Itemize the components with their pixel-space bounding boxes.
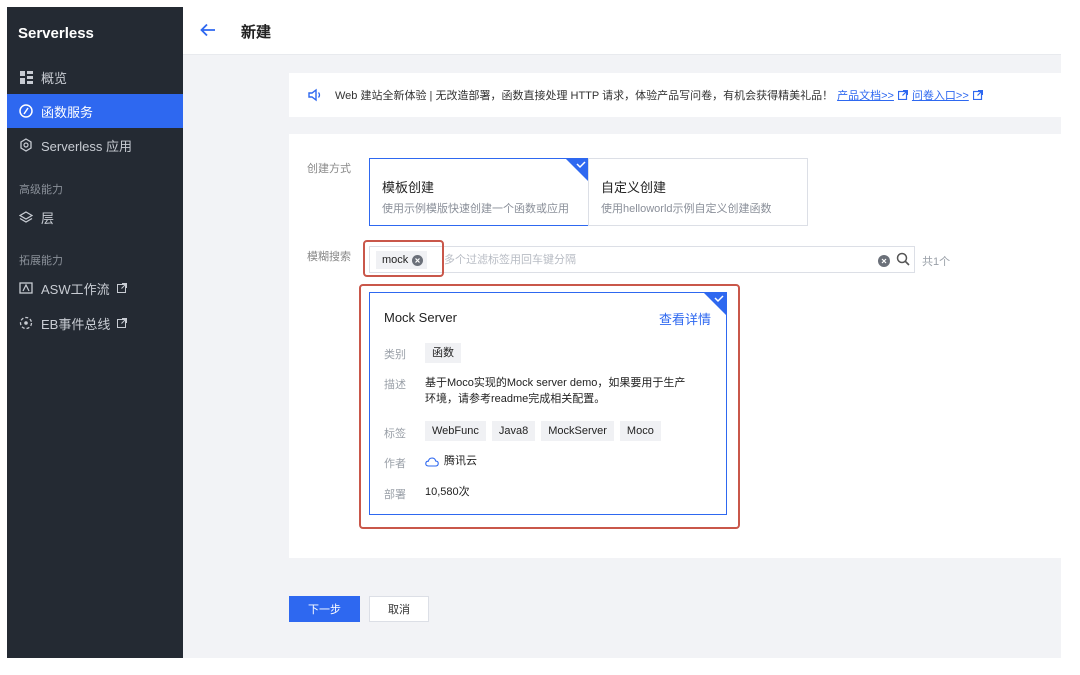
sidebar-item-serverless-app[interactable]: Serverless 应用 <box>7 128 183 162</box>
sidebar-item-label: EB事件总线 <box>41 314 110 333</box>
tags-list: WebFunc Java8 MockServer Moco <box>425 421 667 441</box>
method-custom-card[interactable]: 自定义创建 使用helloworld示例自定义创建函数 <box>588 158 808 226</box>
workflow-icon <box>19 281 33 295</box>
sidebar-item-label: Serverless 应用 <box>41 136 132 155</box>
highlight-outline-search-tag <box>363 240 444 277</box>
external-link-icon <box>898 90 908 100</box>
sidebar-item-eb-eventbus[interactable]: EB事件总线 <box>7 306 183 340</box>
page-title: 新建 <box>241 21 271 42</box>
description-line: 基于Moco实现的Mock server demo，如果要用于生产 <box>425 375 685 391</box>
method-desc: 使用示例模版快速创建一个函数或应用 <box>382 200 569 216</box>
sidebar-item-layers[interactable]: 层 <box>7 200 183 234</box>
sidebar-item-label: ASW工作流 <box>41 279 110 298</box>
tag-chip: MockServer <box>541 421 614 441</box>
selected-check-icon <box>566 159 588 181</box>
sidebar-item-functions[interactable]: 函数服务 <box>7 94 183 128</box>
external-link-icon <box>117 318 127 328</box>
template-title: Mock Server <box>384 310 457 325</box>
fuzzy-search-label: 模糊搜索 <box>307 248 351 264</box>
app-root: Serverless 概览 函数服务 Serverless 应用 高级能力 层 <box>0 0 1080 675</box>
sidebar: Serverless 概览 函数服务 Serverless 应用 高级能力 层 <box>7 7 183 658</box>
layers-icon <box>19 210 33 224</box>
description-value: 基于Moco实现的Mock server demo，如果要用于生产 环境，请参考… <box>425 375 685 407</box>
cancel-button[interactable]: 取消 <box>369 596 429 622</box>
category-value: 函数 <box>425 343 467 363</box>
notice-bar: Web 建站全新体验 | 无改造部署，函数直接处理 HTTP 请求，体验产品写问… <box>289 73 1061 117</box>
doc-link[interactable]: 产品文档>> <box>837 87 894 103</box>
author-name: 腾讯云 <box>444 455 477 467</box>
tag-chip: WebFunc <box>425 421 486 441</box>
sidebar-item-label: 函数服务 <box>41 102 93 121</box>
tag-chip: Moco <box>620 421 661 441</box>
clear-icon[interactable] <box>878 254 890 266</box>
back-arrow-icon[interactable] <box>199 21 217 39</box>
description-line: 环境，请参考readme完成相关配置。 <box>425 391 685 407</box>
create-method-label: 创建方式 <box>307 160 351 176</box>
method-desc: 使用helloworld示例自定义创建函数 <box>601 200 772 216</box>
result-count: 共1个 <box>922 253 950 269</box>
search-box: mock <box>369 246 915 273</box>
category-chip: 函数 <box>425 343 461 363</box>
speaker-icon <box>307 87 323 103</box>
sidebar-item-overview[interactable]: 概览 <box>7 60 183 94</box>
external-link-icon <box>117 283 127 293</box>
notice-text: Web 建站全新体验 | 无改造部署，函数直接处理 HTTP 请求，体验产品写问… <box>335 87 833 103</box>
next-button[interactable]: 下一步 <box>289 596 360 622</box>
view-details-link[interactable]: 查看详情 <box>659 309 711 328</box>
nav-group-advanced: 高级能力 <box>19 181 63 197</box>
external-link-icon <box>973 90 983 100</box>
author-value: 腾讯云 <box>425 453 477 469</box>
method-title: 自定义创建 <box>601 177 666 196</box>
nav-group-extension: 拓展能力 <box>19 252 63 268</box>
app-icon <box>19 138 33 152</box>
eventbus-icon <box>19 316 33 330</box>
category-key: 类别 <box>384 346 406 362</box>
sidebar-item-asw-workflow[interactable]: ASW工作流 <box>7 271 183 305</box>
template-card-mock-server[interactable]: Mock Server 查看详情 类别 函数 描述 基于Moco实现的Mock … <box>369 292 727 515</box>
description-key: 描述 <box>384 376 406 392</box>
page-header: 新建 <box>183 7 1061 55</box>
author-key: 作者 <box>384 455 406 471</box>
sidebar-item-label: 概览 <box>41 68 67 87</box>
brand-title: Serverless <box>18 25 94 42</box>
search-icon[interactable] <box>896 252 910 266</box>
search-input[interactable] <box>444 251 864 269</box>
sidebar-item-label: 层 <box>41 208 54 227</box>
cloud-icon <box>425 456 439 466</box>
function-icon <box>19 104 33 118</box>
method-title: 模板创建 <box>382 177 434 196</box>
method-template-card[interactable]: 模板创建 使用示例模版快速创建一个函数或应用 <box>369 158 589 226</box>
tags-key: 标签 <box>384 425 406 441</box>
survey-link[interactable]: 问卷入口>> <box>912 87 969 103</box>
deploy-count: 10,580次 <box>425 484 470 500</box>
tag-chip: Java8 <box>492 421 535 441</box>
deploy-key: 部署 <box>384 486 406 502</box>
grid-icon <box>19 70 33 84</box>
